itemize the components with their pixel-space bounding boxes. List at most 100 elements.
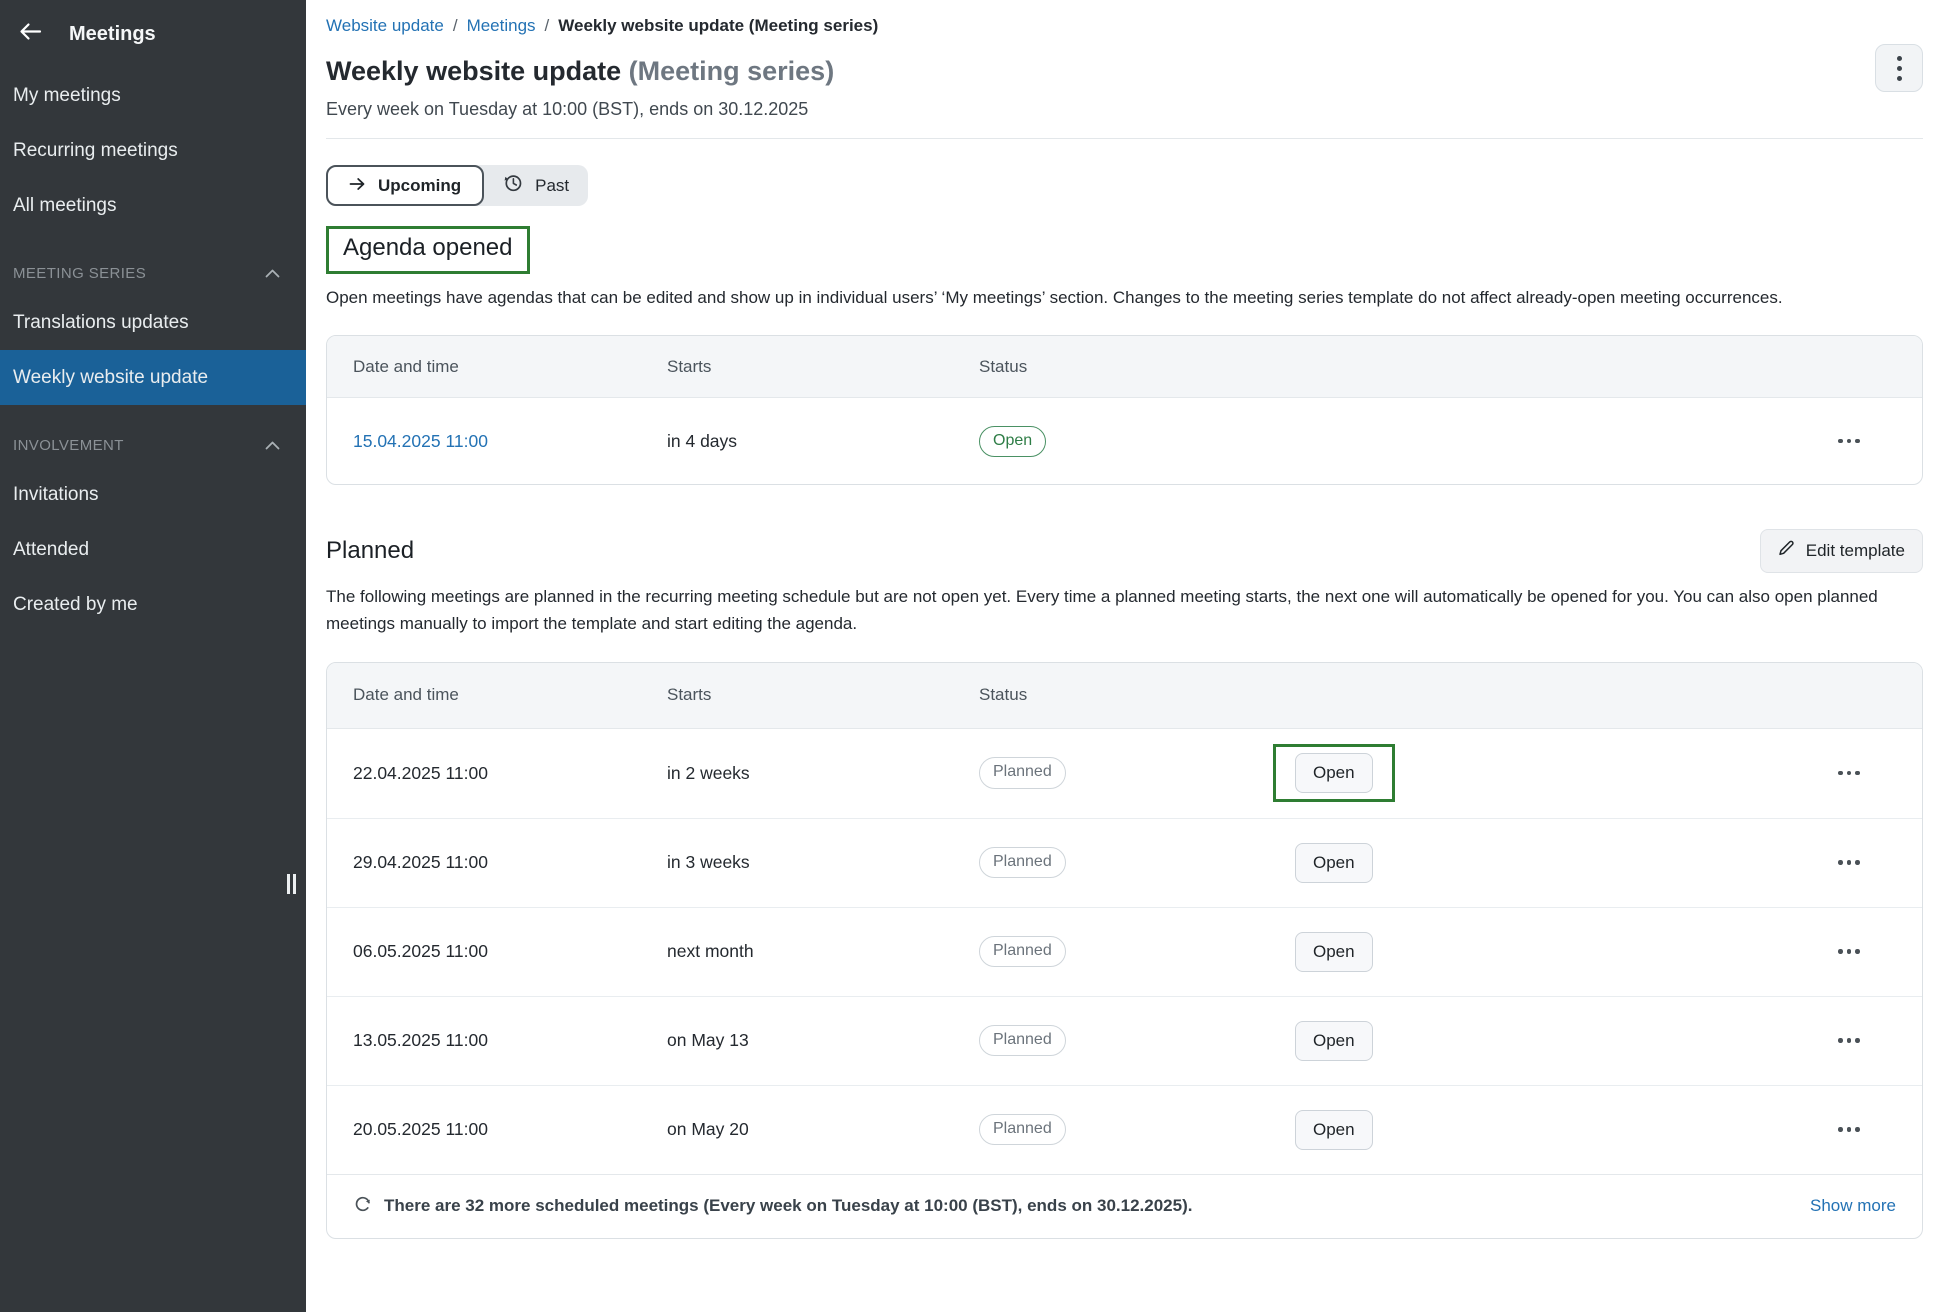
page-menu-button[interactable] — [1875, 44, 1923, 92]
main-content: Website update / Meetings / Weekly websi… — [306, 16, 1936, 1239]
clock-history-icon — [503, 173, 523, 198]
more-meetings-summary: There are 32 more scheduled meetings (Ev… — [384, 1196, 1192, 1216]
agenda-opened-description: Open meetings have agendas that can be e… — [326, 284, 1923, 311]
header-divider — [326, 138, 1923, 139]
page-title-suffix: (Meeting series) — [629, 56, 835, 86]
table-header-row: Date and time Starts Status — [327, 663, 1922, 729]
column-header-starts: Starts — [667, 685, 979, 705]
tab-past[interactable]: Past — [484, 165, 588, 206]
page-title: Weekly website update (Meeting series) — [326, 56, 1923, 87]
tab-label: Upcoming — [378, 176, 461, 196]
back-button[interactable] — [18, 21, 43, 47]
agenda-opened-table: Date and time Starts Status 15.04.2025 1… — [326, 335, 1923, 485]
sidebar-item-created-by-me[interactable]: Created by me — [0, 577, 306, 632]
open-meeting-button[interactable]: Open — [1295, 843, 1373, 883]
chevron-up-icon — [265, 265, 280, 282]
sidebar-item-recurring-meetings[interactable]: Recurring meetings — [0, 123, 306, 178]
table-row: 20.05.2025 11:00 on May 20 Planned Open — [327, 1085, 1922, 1174]
kebab-icon — [1897, 56, 1902, 61]
meeting-date: 20.05.2025 11:00 — [327, 1119, 667, 1140]
section-heading-planned: Planned — [326, 537, 414, 565]
row-menu-button[interactable] — [1838, 1119, 1922, 1140]
tab-label: Past — [535, 176, 569, 196]
status-badge-planned: Planned — [979, 757, 1066, 788]
sidebar-header: Meetings — [0, 0, 306, 68]
sidebar-item-weekly-website-update[interactable]: Weekly website update — [0, 350, 306, 405]
open-meeting-button[interactable]: Open — [1295, 932, 1373, 972]
pencil-icon — [1778, 540, 1795, 562]
recurrence-summary: Every week on Tuesday at 10:00 (BST), en… — [326, 99, 1923, 120]
meeting-starts: in 2 weeks — [667, 763, 979, 784]
meeting-date-link[interactable]: 15.04.2025 11:00 — [353, 431, 488, 451]
kebab-icon — [1897, 76, 1902, 81]
open-meeting-button[interactable]: Open — [1295, 753, 1373, 793]
column-header-date: Date and time — [327, 685, 667, 705]
table-row: 15.04.2025 11:00 in 4 days Open — [327, 398, 1922, 484]
edit-template-button[interactable]: Edit template — [1760, 529, 1923, 573]
sidebar-title: Meetings — [69, 23, 156, 46]
table-row: 06.05.2025 11:00 next month Planned Open — [327, 907, 1922, 996]
table-footer: There are 32 more scheduled meetings (Ev… — [327, 1174, 1922, 1238]
meeting-starts: in 3 weeks — [667, 852, 979, 873]
row-menu-button[interactable] — [1838, 763, 1922, 784]
open-meeting-button[interactable]: Open — [1295, 1110, 1373, 1150]
column-header-status: Status — [979, 685, 1241, 705]
row-menu-button[interactable] — [1838, 1030, 1922, 1051]
status-badge-planned: Planned — [979, 936, 1066, 967]
meeting-date: 13.05.2025 11:00 — [327, 1030, 667, 1051]
chevron-up-icon — [265, 437, 280, 454]
column-header-status: Status — [979, 357, 1241, 377]
table-header-row: Date and time Starts Status — [327, 336, 1922, 398]
breadcrumb-link-meetings[interactable]: Meetings — [467, 16, 536, 36]
sidebar: Meetings My meetings Recurring meetings … — [0, 0, 306, 1312]
tab-upcoming[interactable]: Upcoming — [326, 165, 484, 206]
meeting-starts: next month — [667, 941, 979, 962]
page-header: Weekly website update (Meeting series) — [326, 56, 1923, 87]
section-header-label: INVOLVEMENT — [13, 437, 124, 454]
sidebar-resize-handle[interactable] — [287, 874, 296, 894]
sidebar-item-invitations[interactable]: Invitations — [0, 467, 306, 522]
table-row: 22.04.2025 11:00 in 2 weeks Planned Open — [327, 729, 1922, 818]
sidebar-section-meeting-series[interactable]: MEETING SERIES — [0, 251, 306, 295]
table-row: 29.04.2025 11:00 in 3 weeks Planned Open — [327, 818, 1922, 907]
column-header-date: Date and time — [327, 357, 667, 377]
repeat-icon — [353, 1194, 372, 1218]
section-header-label: MEETING SERIES — [13, 265, 146, 282]
row-menu-button[interactable] — [1838, 941, 1922, 962]
sidebar-item-all-meetings[interactable]: All meetings — [0, 178, 306, 233]
status-badge-planned: Planned — [979, 847, 1066, 878]
kebab-icon — [1897, 66, 1902, 71]
arrow-right-icon — [349, 176, 366, 196]
row-menu-button[interactable] — [1838, 852, 1922, 873]
status-badge-planned: Planned — [979, 1114, 1066, 1145]
annotation-box-agenda-opened: Agenda opened — [326, 226, 530, 274]
breadcrumb-separator: / — [453, 16, 458, 36]
tab-group: Upcoming Past — [326, 165, 588, 206]
sidebar-nav: My meetings Recurring meetings All meeti… — [0, 68, 306, 632]
arrow-left-icon — [18, 21, 43, 47]
sidebar-item-attended[interactable]: Attended — [0, 522, 306, 577]
breadcrumb: Website update / Meetings / Weekly websi… — [326, 16, 1923, 36]
edit-template-label: Edit template — [1806, 541, 1905, 561]
section-heading-agenda-opened: Agenda opened — [343, 234, 513, 262]
row-menu-button[interactable] — [1838, 431, 1922, 452]
sidebar-section-involvement[interactable]: INVOLVEMENT — [0, 423, 306, 467]
table-row: 13.05.2025 11:00 on May 13 Planned Open — [327, 996, 1922, 1085]
page-title-main: Weekly website update — [326, 56, 621, 86]
status-badge-open: Open — [979, 426, 1046, 457]
meeting-starts: in 4 days — [667, 431, 979, 452]
show-more-link[interactable]: Show more — [1810, 1196, 1896, 1216]
meeting-starts: on May 20 — [667, 1119, 979, 1140]
sidebar-item-my-meetings[interactable]: My meetings — [0, 68, 306, 123]
meeting-starts: on May 13 — [667, 1030, 979, 1051]
breadcrumb-link-website-update[interactable]: Website update — [326, 16, 444, 36]
planned-table: Date and time Starts Status 22.04.2025 1… — [326, 662, 1923, 1239]
sidebar-item-translations-updates[interactable]: Translations updates — [0, 295, 306, 350]
meeting-date: 22.04.2025 11:00 — [327, 763, 667, 784]
open-meeting-button[interactable]: Open — [1295, 1021, 1373, 1061]
meeting-date: 06.05.2025 11:00 — [327, 941, 667, 962]
breadcrumb-current: Weekly website update (Meeting series) — [558, 16, 878, 36]
meeting-date: 29.04.2025 11:00 — [327, 852, 667, 873]
planned-section-header: Planned Edit template — [326, 529, 1923, 573]
planned-description: The following meetings are planned in th… — [326, 583, 1923, 637]
